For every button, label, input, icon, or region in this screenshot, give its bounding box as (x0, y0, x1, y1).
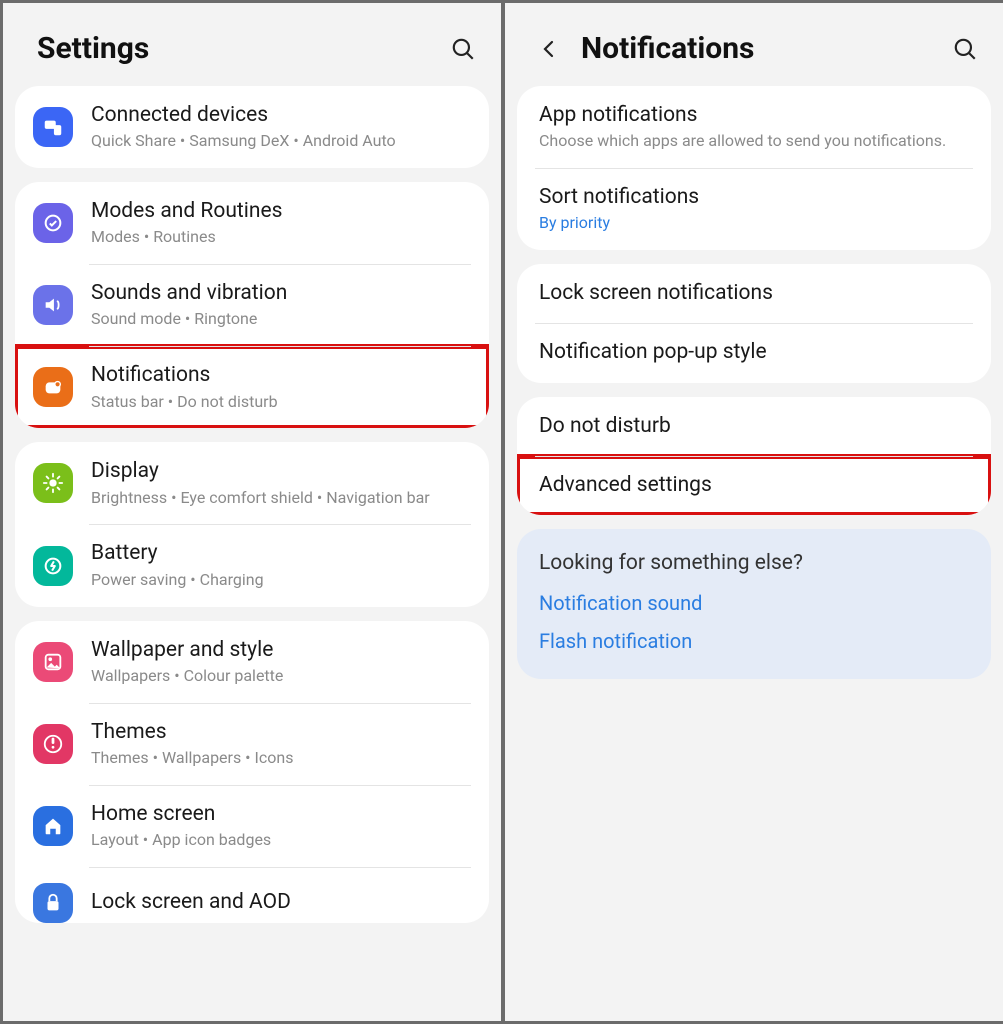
looking-for-card: Looking for something else? Notification… (517, 529, 991, 679)
settings-header: Settings (3, 3, 501, 86)
page-title: Settings (37, 31, 431, 66)
notifications-group: App notifications Choose which apps are … (517, 86, 991, 250)
lock-icon (33, 883, 73, 923)
row-label: Sort notifications (539, 184, 973, 211)
settings-row-connected-devices[interactable]: Connected devices Quick Share • Samsung … (15, 86, 489, 168)
row-texts: Themes Themes • Wallpapers • Icons (91, 719, 471, 769)
row-texts: Sounds and vibration Sound mode • Ringto… (91, 280, 471, 330)
settings-row-home-screen[interactable]: Home screen Layout • App icon badges (15, 785, 489, 867)
settings-row-modes-routines[interactable]: Modes and Routines Modes • Routines (15, 182, 489, 264)
row-label: Do not disturb (539, 413, 973, 440)
row-texts: Lock screen notifications (539, 280, 973, 307)
row-sub: Power saving • Charging (91, 570, 471, 591)
settings-row-sounds-vibration[interactable]: Sounds and vibration Sound mode • Ringto… (15, 264, 489, 346)
notifications-row-advanced-settings[interactable]: Advanced settings (517, 456, 991, 515)
row-sub: Brightness • Eye comfort shield • Naviga… (91, 488, 471, 509)
connected-devices-icon (33, 107, 73, 147)
settings-group: Wallpaper and style Wallpapers • Colour … (15, 621, 489, 923)
notifications-row-lock-screen-notifications[interactable]: Lock screen notifications (517, 264, 991, 323)
row-sub: Quick Share • Samsung DeX • Android Auto (91, 131, 471, 152)
search-icon[interactable] (951, 35, 979, 63)
row-texts: Home screen Layout • App icon badges (91, 801, 471, 851)
row-label: Display (91, 458, 471, 485)
info-heading: Looking for something else? (539, 551, 969, 575)
settings-row-themes[interactable]: Themes Themes • Wallpapers • Icons (15, 703, 489, 785)
row-label: Connected devices (91, 102, 471, 129)
row-label: Battery (91, 540, 471, 567)
battery-icon (33, 546, 73, 586)
notifications-panel: Notifications App notifications Choose w… (505, 3, 1003, 1021)
row-label: Sounds and vibration (91, 280, 471, 307)
row-sub: Sound mode • Ringtone (91, 309, 471, 330)
settings-row-notifications[interactable]: Notifications Status bar • Do not distur… (15, 346, 489, 428)
row-texts: Lock screen and AOD (91, 889, 471, 916)
settings-row-battery[interactable]: Battery Power saving • Charging (15, 524, 489, 606)
settings-row-wallpaper-style[interactable]: Wallpaper and style Wallpapers • Colour … (15, 621, 489, 703)
row-sub: Status bar • Do not disturb (91, 392, 471, 413)
row-label: Themes (91, 719, 471, 746)
notifications-group: Do not disturb Advanced settings (517, 397, 991, 516)
info-link-notification-sound[interactable]: Notification sound (539, 591, 969, 615)
settings-row-lock-screen-aod[interactable]: Lock screen and AOD (15, 867, 489, 923)
notifications-group: Lock screen notifications Notification p… (517, 264, 991, 383)
row-texts: Modes and Routines Modes • Routines (91, 198, 471, 248)
row-sub: By priority (539, 213, 973, 234)
row-texts: Display Brightness • Eye comfort shield … (91, 458, 471, 508)
notifications-row-app-notifications[interactable]: App notifications Choose which apps are … (517, 86, 991, 168)
row-label: Notifications (91, 362, 471, 389)
row-label: Lock screen notifications (539, 280, 973, 307)
row-sub: Wallpapers • Colour palette (91, 666, 471, 687)
row-sub: Choose which apps are allowed to send yo… (539, 131, 973, 152)
notifications-header: Notifications (505, 3, 1003, 86)
row-label: Advanced settings (539, 472, 973, 499)
row-sub: Layout • App icon badges (91, 830, 471, 851)
notifications-row-do-not-disturb[interactable]: Do not disturb (517, 397, 991, 456)
wallpaper-icon (33, 642, 73, 682)
notifications-icon (33, 367, 73, 407)
search-icon[interactable] (449, 35, 477, 63)
notifications-row-sort-notifications[interactable]: Sort notifications By priority (517, 168, 991, 250)
settings-group: Display Brightness • Eye comfort shield … (15, 442, 489, 606)
info-link-flash-notification[interactable]: Flash notification (539, 629, 969, 653)
row-label: Notification pop-up style (539, 339, 973, 366)
home-icon (33, 806, 73, 846)
row-label: Modes and Routines (91, 198, 471, 225)
settings-group: Connected devices Quick Share • Samsung … (15, 86, 489, 168)
settings-panel: Settings Connected devices Quick Share •… (3, 3, 501, 1021)
settings-row-display[interactable]: Display Brightness • Eye comfort shield … (15, 442, 489, 524)
row-texts: Notification pop-up style (539, 339, 973, 366)
row-texts: Advanced settings (539, 472, 973, 499)
page-title: Notifications (581, 31, 933, 66)
row-texts: Connected devices Quick Share • Samsung … (91, 102, 471, 152)
row-label: Lock screen and AOD (91, 889, 471, 916)
row-texts: Sort notifications By priority (539, 184, 973, 234)
row-sub: Themes • Wallpapers • Icons (91, 748, 471, 769)
settings-group: Modes and Routines Modes • Routines Soun… (15, 182, 489, 428)
row-texts: Do not disturb (539, 413, 973, 440)
row-label: Home screen (91, 801, 471, 828)
modes-icon (33, 203, 73, 243)
notifications-row-notification-popup-style[interactable]: Notification pop-up style (517, 323, 991, 382)
row-texts: Wallpaper and style Wallpapers • Colour … (91, 637, 471, 687)
row-label: Wallpaper and style (91, 637, 471, 664)
row-sub: Modes • Routines (91, 227, 471, 248)
display-icon (33, 463, 73, 503)
back-icon[interactable] (535, 35, 563, 63)
row-texts: Battery Power saving • Charging (91, 540, 471, 590)
sound-icon (33, 285, 73, 325)
themes-icon (33, 724, 73, 764)
row-texts: Notifications Status bar • Do not distur… (91, 362, 471, 412)
row-label: App notifications (539, 102, 973, 129)
row-texts: App notifications Choose which apps are … (539, 102, 973, 152)
